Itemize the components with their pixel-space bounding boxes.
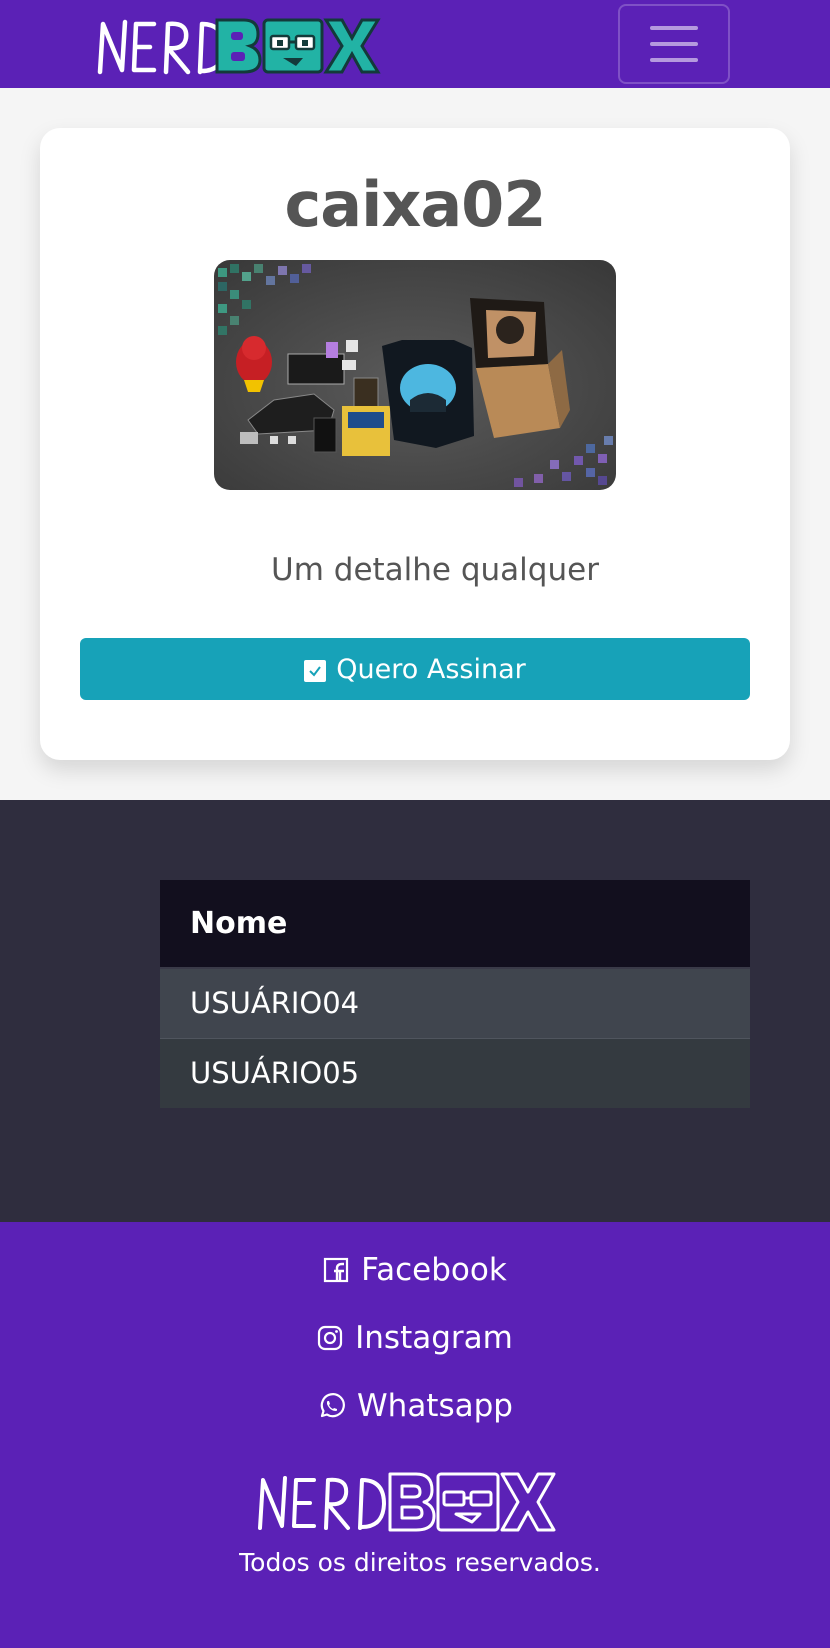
product-image <box>214 260 616 490</box>
checkbox-icon <box>304 660 327 682</box>
nerdbox-logo[interactable] <box>96 14 392 78</box>
facebook-label: Facebook <box>361 1252 507 1288</box>
table-cell-name: USUÁRIO04 <box>160 968 750 1039</box>
nerdbox-footer-logo <box>258 1472 556 1532</box>
table-cell-name: USUÁRIO05 <box>160 1038 750 1108</box>
table-header-row: Nome <box>160 880 750 969</box>
instagram-link[interactable]: Instagram <box>0 1320 830 1356</box>
whatsapp-icon <box>320 1393 345 1418</box>
product-title: caixa02 <box>284 168 547 241</box>
copyright-text: Todos os direitos reservados. <box>239 1548 601 1577</box>
instagram-label: Instagram <box>355 1320 513 1356</box>
footer: Facebook Instagram Whatsapp Todos os dir… <box>0 1222 830 1648</box>
subscribers-table: Nome USUÁRIO04 USUÁRIO05 <box>160 880 750 1108</box>
navbar <box>0 0 830 88</box>
facebook-link[interactable]: Facebook <box>0 1252 830 1288</box>
product-card: caixa02 Um detalhe qualquer Quero Assina… <box>40 128 790 760</box>
whatsapp-link[interactable]: Whatsapp <box>0 1388 830 1424</box>
subscribers-section: Nome USUÁRIO04 USUÁRIO05 <box>0 800 830 1222</box>
instagram-icon <box>318 1325 343 1351</box>
subscribe-button[interactable]: Quero Assinar <box>80 638 750 700</box>
table-row: USUÁRIO04 <box>160 968 750 1039</box>
table-row: USUÁRIO05 <box>160 1038 750 1108</box>
whatsapp-label: Whatsapp <box>357 1388 513 1424</box>
subscribe-button-label: Quero Assinar <box>336 653 526 685</box>
hamburger-menu-icon-bar <box>650 42 698 46</box>
hamburger-menu-icon-bar <box>650 58 698 62</box>
facebook-icon <box>324 1257 349 1283</box>
hamburger-menu-button[interactable] <box>618 4 730 84</box>
product-description: Um detalhe qualquer <box>271 552 599 588</box>
column-header-nome: Nome <box>160 880 750 969</box>
hamburger-menu-icon-bar <box>650 26 698 30</box>
